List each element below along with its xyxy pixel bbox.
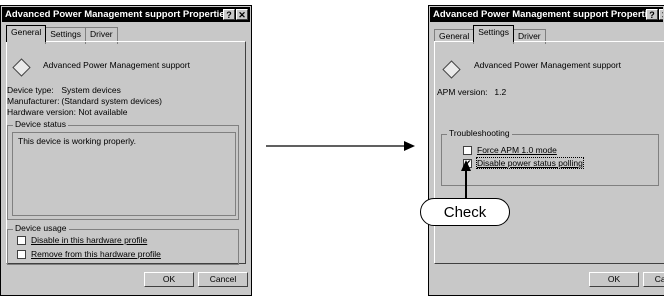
device-type-row: Device type: System devices [7, 85, 121, 95]
manufacturer-label: Manufacturer: [7, 96, 60, 106]
apm-version-value: 1.2 [494, 87, 507, 97]
manufacturer-value: (Standard system devices) [61, 96, 162, 106]
help-button[interactable]: ? [223, 9, 235, 20]
tab-general[interactable]: General [6, 25, 47, 42]
title-bar[interactable]: Advanced Power Management support Proper… [2, 7, 250, 22]
properties-dialog-settings: Advanced Power Management support Proper… [428, 5, 664, 296]
disable-profile-checkbox[interactable] [17, 235, 26, 245]
ok-button[interactable]: OK [589, 272, 639, 287]
disable-profile-label[interactable]: Disable in this hardware profile [31, 235, 147, 245]
window-title: Advanced Power Management support Proper… [5, 9, 230, 20]
check-callout: Check [420, 198, 510, 226]
title-bar[interactable]: Advanced Power Management support Proper… [430, 7, 663, 22]
force-apm-label[interactable]: Force APM 1.0 mode [477, 145, 557, 155]
tab-settings[interactable]: Settings [473, 25, 514, 42]
cancel-button[interactable]: Cancel [643, 272, 664, 287]
callout-arrow-icon [461, 160, 471, 200]
hardware-version-value: Not available [78, 107, 128, 117]
hardware-version-row: Hardware version: Not available [7, 107, 128, 117]
manufacturer-row: Manufacturer: (Standard system devices) [7, 96, 162, 106]
disable-profile-option[interactable]: Disable in this hardware profile [17, 235, 147, 245]
device-name: Advanced Power Management support [43, 60, 190, 70]
device-usage-legend: Device usage [13, 223, 69, 233]
remove-profile-label[interactable]: Remove from this hardware profile [31, 249, 161, 259]
device-type-value: System devices [61, 85, 121, 95]
device-status-legend: Device status [13, 119, 69, 129]
remove-profile-option[interactable]: Remove from this hardware profile [17, 249, 161, 259]
close-button[interactable]: ✕ [659, 9, 663, 20]
apm-version-row: APM version: 1.2 [437, 87, 506, 97]
close-button[interactable]: ✕ [236, 9, 248, 20]
device-name: Advanced Power Management support [474, 60, 621, 70]
disable-polling-label[interactable]: Disable power status polling [476, 157, 584, 169]
window-title: Advanced Power Management support Proper… [433, 9, 658, 20]
device-status-group: Device status This device is working pro… [7, 119, 239, 220]
device-status-box: This device is working properly. [12, 132, 236, 216]
troubleshooting-legend: Troubleshooting [447, 128, 512, 138]
help-button[interactable]: ? [646, 9, 658, 20]
force-apm-option[interactable]: Force APM 1.0 mode [463, 145, 557, 155]
hardware-version-label: Hardware version: [7, 107, 76, 117]
device-type-label: Device type: [7, 85, 54, 95]
device-status-text: This device is working properly. [18, 136, 136, 146]
apm-version-label: APM version: [437, 87, 488, 97]
cancel-button[interactable]: Cancel [198, 272, 248, 287]
disable-polling-option[interactable]: ✔ Disable power status polling [463, 157, 584, 169]
ok-button[interactable]: OK [144, 272, 194, 287]
force-apm-checkbox[interactable] [463, 145, 472, 155]
transition-arrow-icon [266, 141, 415, 151]
properties-dialog-general: Advanced Power Management support Proper… [0, 5, 252, 296]
remove-profile-checkbox[interactable] [17, 249, 26, 259]
